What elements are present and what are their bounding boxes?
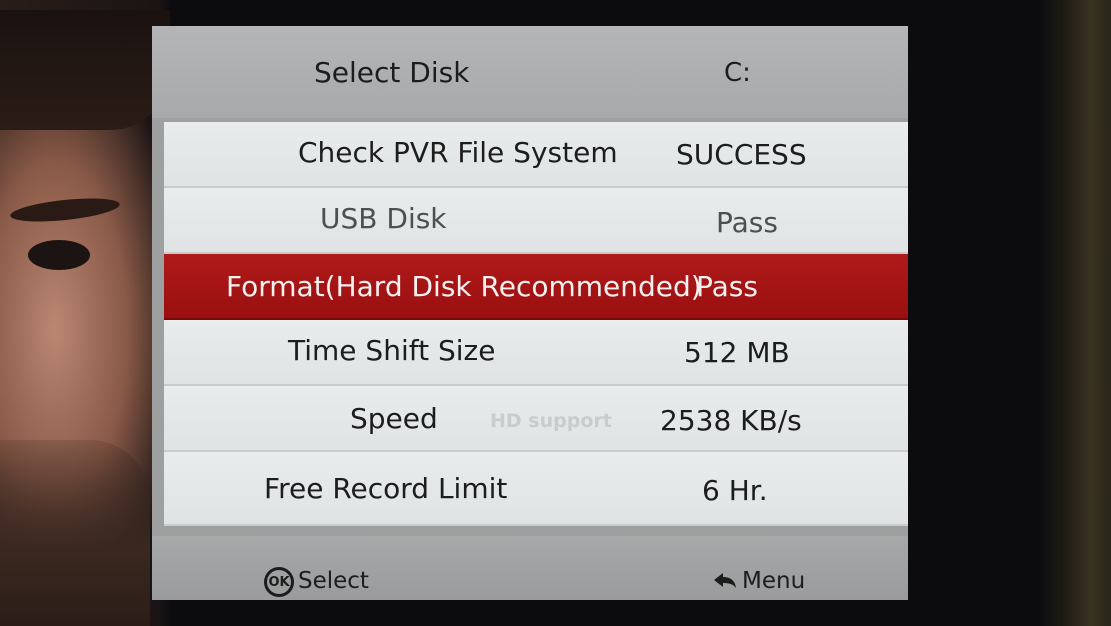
menu-hint-label: Menu bbox=[742, 568, 806, 594]
video-beard bbox=[0, 440, 150, 626]
check-pvr-file-system-row[interactable]: Check PVR File System SUCCESS bbox=[164, 122, 908, 188]
time-shift-size-label: Time Shift Size bbox=[288, 334, 496, 367]
pvr-setup-menu: Select Disk C: Check PVR File System SUC… bbox=[152, 26, 908, 600]
menu-footer: OK Select Menu bbox=[152, 536, 908, 600]
free-record-limit-value: 6 Hr. bbox=[702, 474, 768, 507]
select-disk-row[interactable]: Select Disk C: bbox=[152, 26, 908, 118]
check-pvr-file-system-label: Check PVR File System bbox=[298, 136, 618, 169]
time-shift-size-value: 512 MB bbox=[684, 336, 790, 369]
format-hard-disk-value: Pass bbox=[696, 270, 758, 303]
select-disk-value: C: bbox=[724, 58, 751, 88]
time-shift-size-row[interactable]: Time Shift Size 512 MB bbox=[164, 320, 908, 386]
free-record-limit-row[interactable]: Free Record Limit 6 Hr. bbox=[164, 452, 908, 526]
speed-value: 2538 KB/s bbox=[660, 404, 802, 437]
usb-disk-label: USB Disk bbox=[320, 202, 447, 235]
select-hint-label: Select bbox=[298, 568, 369, 594]
speed-row[interactable]: Speed HD support 2538 KB/s bbox=[164, 386, 908, 452]
select-disk-label: Select Disk bbox=[314, 56, 470, 89]
check-pvr-file-system-value: SUCCESS bbox=[676, 138, 807, 171]
video-hair bbox=[0, 10, 170, 130]
free-record-limit-label: Free Record Limit bbox=[264, 472, 508, 505]
speed-label: Speed bbox=[350, 402, 438, 435]
video-eye bbox=[28, 240, 90, 270]
ok-icon: OK bbox=[264, 567, 294, 597]
format-hard-disk-label: Format(Hard Disk Recommended) bbox=[226, 270, 702, 303]
usb-disk-value: Pass bbox=[716, 206, 778, 239]
format-hard-disk-row[interactable]: Format(Hard Disk Recommended) Pass bbox=[164, 254, 908, 320]
video-brow bbox=[9, 194, 121, 226]
hd-support-badge: HD support bbox=[490, 410, 612, 432]
usb-disk-row[interactable]: USB Disk Pass bbox=[164, 188, 908, 254]
return-arrow-icon bbox=[714, 573, 736, 588]
video-right-edge bbox=[1060, 0, 1111, 626]
